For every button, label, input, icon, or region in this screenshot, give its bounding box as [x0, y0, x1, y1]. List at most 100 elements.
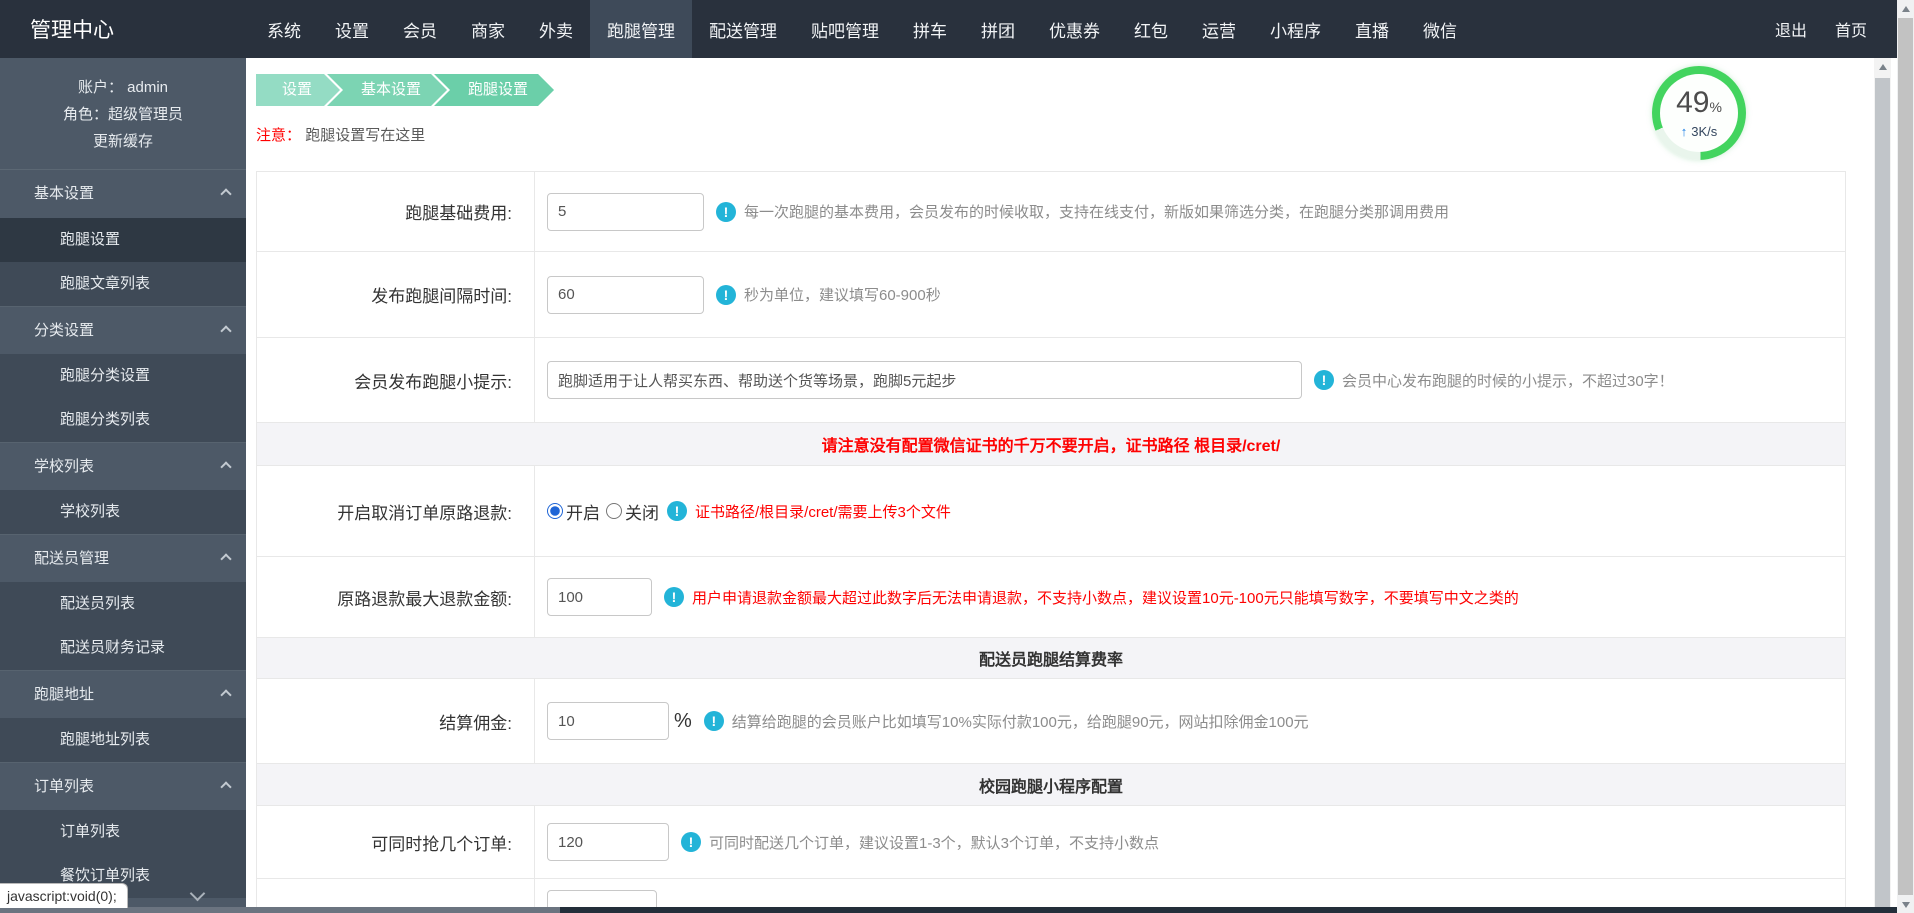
info-icon: !: [681, 832, 701, 852]
sidebar: 账户： admin 角色：超级管理员 更新缓存 基本设置跑腿设置跑腿文章列表分类…: [0, 58, 246, 913]
note-text: 跑腿设置写在这里: [305, 127, 425, 144]
info-icon: !: [664, 587, 684, 607]
browser-scrollbar-thumb[interactable]: [1898, 18, 1913, 895]
form-row: 结算佣金:%!结算给跑腿的会员账户比如填写10%实际付款100元，给跑腿90元，…: [257, 679, 1845, 764]
nav-item[interactable]: 小程序: [1253, 0, 1338, 58]
form-row: 可同时抢几个订单:! 可同时配送几个订单，建议设置1-3个，默认3个订单，不支持小…: [257, 806, 1845, 879]
account-panel: 账户： admin 角色：超级管理员 更新缓存: [0, 58, 246, 170]
sidebar-group-header[interactable]: 基本设置: [0, 170, 246, 218]
breadcrumb-segment[interactable]: 基本设置: [327, 74, 447, 106]
sidebar-item[interactable]: 跑腿设置: [0, 218, 246, 262]
radio-option[interactable]: 开启: [547, 499, 600, 524]
nav-item[interactable]: 外卖: [522, 0, 590, 58]
info-icon: !: [716, 202, 736, 222]
nav-item[interactable]: 会员: [386, 0, 454, 58]
nav-item[interactable]: 商家: [454, 0, 522, 58]
form-hint: 每一次跑腿的基本费用，会员发布的时候收取，支持在线支付，新版如果筛选分类，在跑腿…: [744, 201, 1449, 222]
account-user: 账户： admin: [0, 74, 246, 101]
form-value-cell: 开启关闭!证书路径/根目录/cret/需要上传3个文件: [535, 466, 1845, 556]
nav-item[interactable]: 退出: [1761, 0, 1821, 58]
sidebar-item[interactable]: 跑腿文章列表: [0, 262, 246, 306]
form-row: 请注意没有配置微信证书的千万不要开启，证书路径 根目录/cret/: [257, 423, 1845, 466]
chevron-up-icon: [220, 188, 231, 199]
sidebar-item[interactable]: 跑腿分类设置: [0, 354, 246, 398]
nav-item[interactable]: 系统: [250, 0, 318, 58]
sidebar-item[interactable]: 跑腿分类列表: [0, 398, 246, 442]
form-input[interactable]: [547, 361, 1302, 399]
content-scrollbar[interactable]: [1874, 58, 1891, 913]
info-icon: !: [716, 285, 736, 305]
form-input[interactable]: [547, 193, 704, 231]
chevron-up-icon: [220, 553, 231, 564]
upload-arrow-icon: ↑: [1681, 124, 1688, 139]
form-label: 跑腿基础费用:: [257, 172, 535, 251]
sidebar-group-header[interactable]: 订单列表: [0, 762, 246, 810]
refresh-cache-link[interactable]: 更新缓存: [0, 128, 246, 155]
sidebar-group-header[interactable]: 学校列表: [0, 442, 246, 490]
sidebar-item[interactable]: 学校列表: [0, 490, 246, 534]
form-label: 可同时抢几个订单:: [257, 806, 535, 878]
radio-option[interactable]: 关闭: [606, 499, 659, 524]
nav-item[interactable]: 拼车: [896, 0, 964, 58]
top-navbar: 管理中心 系统设置会员商家外卖跑腿管理配送管理贴吧管理拼车拼团优惠券红包运营小程…: [0, 0, 1897, 58]
scroll-down-icon[interactable]: [1897, 896, 1914, 913]
nav-item[interactable]: 首页: [1821, 0, 1881, 58]
form-input[interactable]: [547, 823, 669, 861]
nav-item[interactable]: 运营: [1185, 0, 1253, 58]
browser-status-bar: javascript:void(0);: [0, 883, 128, 908]
sidebar-group-header[interactable]: 跑腿地址: [0, 670, 246, 718]
sidebar-item[interactable]: 跑腿地址列表: [0, 718, 246, 762]
form-value-cell: ! 用户申请退款金额最大超过此数字后无法申请退款，不支持小数点，建议设置10元-1…: [535, 557, 1845, 637]
section-header: 配送员跑腿结算费率: [257, 638, 1845, 678]
form-row: 开启取消订单原路退款:开启关闭!证书路径/根目录/cret/需要上传3个文件: [257, 466, 1845, 557]
form-input[interactable]: [547, 276, 704, 314]
sidebar-item[interactable]: 订单列表: [0, 810, 246, 854]
form-hint: 秒为单位，建议填写60-900秒: [744, 284, 941, 305]
nav-item[interactable]: 微信: [1406, 0, 1474, 58]
chevron-up-icon: [220, 325, 231, 336]
form-label: 会员发布跑腿小提示:: [257, 338, 535, 422]
form-row: 跑腿基础费用:! 每一次跑腿的基本费用，会员发布的时候收取，支持在线支付，新版如果…: [257, 172, 1845, 252]
scroll-up-icon[interactable]: [1874, 58, 1891, 75]
nav-item[interactable]: 贴吧管理: [794, 0, 896, 58]
breadcrumb-segment[interactable]: 跑腿设置: [434, 74, 554, 106]
form-input[interactable]: [547, 702, 669, 740]
page-note: 注意： 跑腿设置写在这里: [256, 124, 425, 145]
nav-item[interactable]: 拼团: [964, 0, 1032, 58]
content-scrollbar-thumb[interactable]: [1875, 78, 1890, 909]
form-row: 校园跑腿小程序配置: [257, 764, 1845, 806]
nav-item[interactable]: 配送管理: [692, 0, 794, 58]
gauge-rate: ↑3K/s: [1681, 124, 1718, 139]
sidebar-group-header[interactable]: 配送员管理: [0, 534, 246, 582]
chevron-up-icon: [220, 689, 231, 700]
info-icon: !: [704, 711, 724, 731]
nav-item[interactable]: 跑腿管理: [590, 0, 692, 58]
browser-scrollbar[interactable]: [1897, 0, 1914, 913]
form-row: 原路退款最大退款金额:! 用户申请退款金额最大超过此数字后无法申请退款，不支持小数…: [257, 557, 1845, 638]
radio-input[interactable]: [547, 503, 563, 519]
form-hint: 证书路径/根目录/cret/需要上传3个文件: [695, 501, 951, 522]
form-hint: 可同时配送几个订单，建议设置1-3个，默认3个订单，不支持小数点: [709, 832, 1159, 853]
main-menu: 系统设置会员商家外卖跑腿管理配送管理贴吧管理拼车拼团优惠券红包运营小程序直播微信: [250, 0, 1474, 58]
nav-item[interactable]: 直播: [1338, 0, 1406, 58]
form-hint: 结算给跑腿的会员账户比如填写10%实际付款100元，给跑腿90元，网站扣除佣金1…: [732, 711, 1309, 732]
sidebar-group-header[interactable]: 分类设置: [0, 306, 246, 354]
note-prefix: 注意：: [256, 127, 301, 144]
settings-form: 跑腿基础费用:! 每一次跑腿的基本费用，会员发布的时候收取，支持在线支付，新版如果…: [256, 171, 1846, 913]
network-gauge-inner: 49% ↑3K/s: [1660, 74, 1738, 152]
form-hint: 用户申请退款金额最大超过此数字后无法申请退款，不支持小数点，建议设置10元-10…: [692, 587, 1519, 608]
nav-item[interactable]: 优惠券: [1032, 0, 1117, 58]
scroll-up-icon[interactable]: [1897, 0, 1914, 17]
bottom-edge: [0, 907, 1897, 913]
nav-item[interactable]: 设置: [318, 0, 386, 58]
radio-input[interactable]: [606, 503, 622, 519]
form-value-cell: ! 可同时配送几个订单，建议设置1-3个，默认3个订单，不支持小数点: [535, 806, 1845, 878]
form-input[interactable]: [547, 578, 652, 616]
sidebar-item[interactable]: 配送员列表: [0, 582, 246, 626]
account-role: 角色：超级管理员: [0, 101, 246, 128]
form-value-cell: %!结算给跑腿的会员账户比如填写10%实际付款100元，给跑腿90元，网站扣除佣…: [535, 679, 1845, 763]
sidebar-item[interactable]: 配送员财务记录: [0, 626, 246, 670]
nav-item[interactable]: 红包: [1117, 0, 1185, 58]
form-label: 原路退款最大退款金额:: [257, 557, 535, 637]
breadcrumb-segment[interactable]: 设置: [256, 74, 340, 106]
